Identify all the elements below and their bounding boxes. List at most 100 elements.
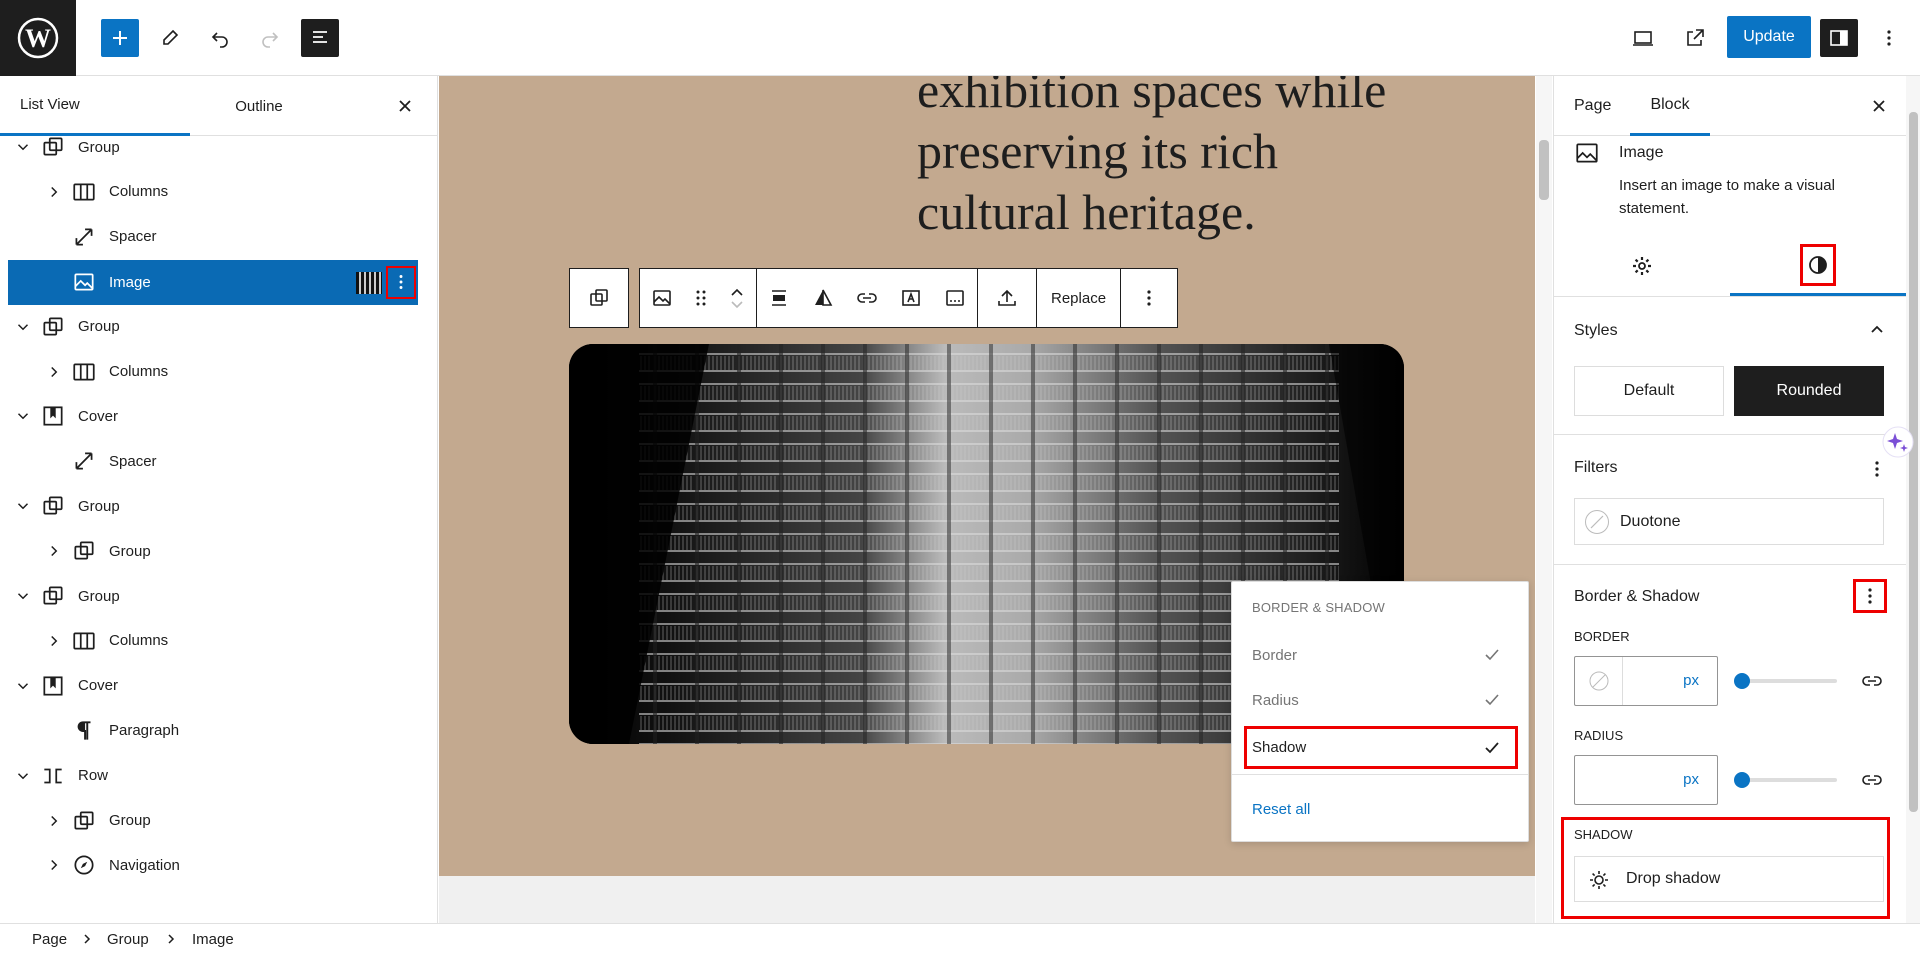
undo-button[interactable] <box>201 19 239 57</box>
sidebar-scrollbar[interactable] <box>1906 76 1920 923</box>
menu-item-shadow[interactable]: Shadow <box>1244 726 1518 769</box>
chevron-down-icon[interactable] <box>13 676 33 696</box>
settings-toggle-button[interactable] <box>1820 19 1858 57</box>
slider-thumb[interactable] <box>1734 772 1750 788</box>
style-rounded-button[interactable]: Rounded <box>1734 366 1884 416</box>
block-type-button[interactable] <box>640 269 684 327</box>
menu-item-radius[interactable]: Radius <box>1244 679 1518 721</box>
list-item-cover[interactable]: Cover <box>8 394 418 438</box>
border-width-input[interactable]: px <box>1574 656 1718 706</box>
list-item-navigation[interactable]: Navigation <box>8 843 418 887</box>
parent-block-group <box>569 268 629 328</box>
list-item-group[interactable]: Group <box>8 125 418 169</box>
list-item-group[interactable]: Group <box>8 305 418 349</box>
block-card-description: Insert an image to make a visual stateme… <box>1619 177 1835 217</box>
chevron-right-icon[interactable] <box>44 541 64 561</box>
tab-settings[interactable] <box>1554 236 1730 296</box>
chevron-down-icon[interactable] <box>13 766 33 786</box>
select-parent-button[interactable] <box>570 269 628 327</box>
drag-handle[interactable] <box>684 269 718 327</box>
check-icon <box>1485 649 1499 661</box>
chevron-down-icon[interactable] <box>13 406 33 426</box>
link-sides-icon[interactable] <box>1860 669 1884 693</box>
chevron-down-icon[interactable] <box>13 317 33 337</box>
move-buttons[interactable] <box>718 269 756 327</box>
chevron-down-icon[interactable] <box>13 137 33 157</box>
styles-heading[interactable]: Styles <box>1574 322 1618 340</box>
filters-options-button[interactable] <box>1865 457 1889 481</box>
image-thumbnail <box>356 271 382 294</box>
close-icon[interactable] <box>393 94 417 118</box>
list-item-label: Group <box>78 497 120 515</box>
spacer-icon <box>71 224 97 250</box>
border-label: BORDER <box>1574 629 1630 644</box>
list-item-label: Columns <box>109 363 169 380</box>
tab-styles[interactable] <box>1730 236 1906 296</box>
list-item-columns[interactable]: Columns <box>8 619 418 663</box>
breadcrumb-item[interactable]: Page <box>32 931 67 948</box>
caption-button[interactable] <box>933 269 977 327</box>
list-item-label: Group <box>78 587 120 605</box>
redo-button[interactable] <box>251 19 289 57</box>
list-item-image[interactable]: Image <box>8 259 418 305</box>
border-width-slider[interactable] <box>1734 673 1837 689</box>
tools-button[interactable] <box>151 19 189 57</box>
list-item-group[interactable]: Group <box>8 484 418 528</box>
chevron-down-icon[interactable] <box>13 496 33 516</box>
list-item-cover[interactable]: Cover <box>8 664 418 708</box>
border-color-swatch[interactable] <box>1575 657 1623 705</box>
chevron-right-icon[interactable] <box>44 811 64 831</box>
style-default-button[interactable]: Default <box>1574 366 1724 416</box>
chevron-right-icon[interactable] <box>44 631 64 651</box>
ai-sparkle-icon[interactable] <box>1882 426 1914 458</box>
list-item-group[interactable]: Group <box>8 799 418 843</box>
list-item-spacer[interactable]: Spacer <box>8 439 418 483</box>
list-item-options-button[interactable] <box>386 265 416 299</box>
tab-block[interactable]: Block <box>1630 76 1710 136</box>
add-block-button[interactable] <box>101 19 139 57</box>
tab-page[interactable]: Page <box>1574 76 1611 136</box>
preview-button[interactable] <box>1624 19 1662 57</box>
document-overview-button[interactable] <box>301 19 339 57</box>
hero-paragraph[interactable]: exhibition spaces while preserving its r… <box>917 76 1477 243</box>
scrollbar-thumb[interactable] <box>1909 112 1918 812</box>
view-page-button[interactable] <box>1676 19 1714 57</box>
chevron-up-icon[interactable] <box>1865 318 1889 342</box>
radius-input[interactable]: px <box>1574 755 1718 805</box>
wordpress-logo-icon[interactable]: W <box>0 0 76 76</box>
list-item-group[interactable]: Group <box>8 574 418 618</box>
chevron-right-icon[interactable] <box>44 855 64 875</box>
chevron-right-icon[interactable] <box>44 182 64 202</box>
options-button[interactable] <box>1870 19 1908 57</box>
update-button[interactable]: Update <box>1727 16 1811 58</box>
list-item-spacer[interactable]: Spacer <box>8 215 418 259</box>
slider-thumb[interactable] <box>1734 673 1750 689</box>
chevron-right-icon[interactable] <box>44 362 64 382</box>
align-button[interactable] <box>757 269 801 327</box>
list-item-label: Image <box>109 273 151 291</box>
close-icon[interactable] <box>1867 94 1891 118</box>
block-options-button[interactable] <box>1121 269 1177 327</box>
list-item-columns[interactable]: Columns <box>8 350 418 394</box>
replace-button[interactable]: Replace <box>1037 269 1120 327</box>
list-item-columns[interactable]: Columns <box>8 170 418 214</box>
alt-text-button[interactable] <box>889 269 933 327</box>
breadcrumb-item[interactable]: Group <box>107 931 149 948</box>
duotone-control[interactable]: Duotone <box>1574 498 1884 545</box>
border-shadow-options-button[interactable] <box>1853 579 1887 613</box>
drop-shadow-button[interactable]: Drop shadow <box>1574 856 1884 902</box>
link-button[interactable] <box>845 269 889 327</box>
list-item-group[interactable]: Group <box>8 529 418 573</box>
scrollbar-thumb[interactable] <box>1539 140 1549 200</box>
duotone-filter-button[interactable] <box>801 269 845 327</box>
radius-slider[interactable] <box>1734 772 1837 788</box>
check-icon <box>1485 742 1499 754</box>
chevron-down-icon[interactable] <box>13 586 33 606</box>
link-corners-icon[interactable] <box>1860 768 1884 792</box>
upload-button[interactable] <box>978 269 1036 327</box>
canvas-scrollbar[interactable] <box>1536 76 1552 923</box>
reset-all-button[interactable]: Reset all <box>1252 801 1310 818</box>
menu-item-border[interactable]: Border <box>1244 634 1518 676</box>
list-item-row[interactable]: Row <box>8 754 418 798</box>
list-item-paragraph[interactable]: Paragraph <box>8 709 418 753</box>
